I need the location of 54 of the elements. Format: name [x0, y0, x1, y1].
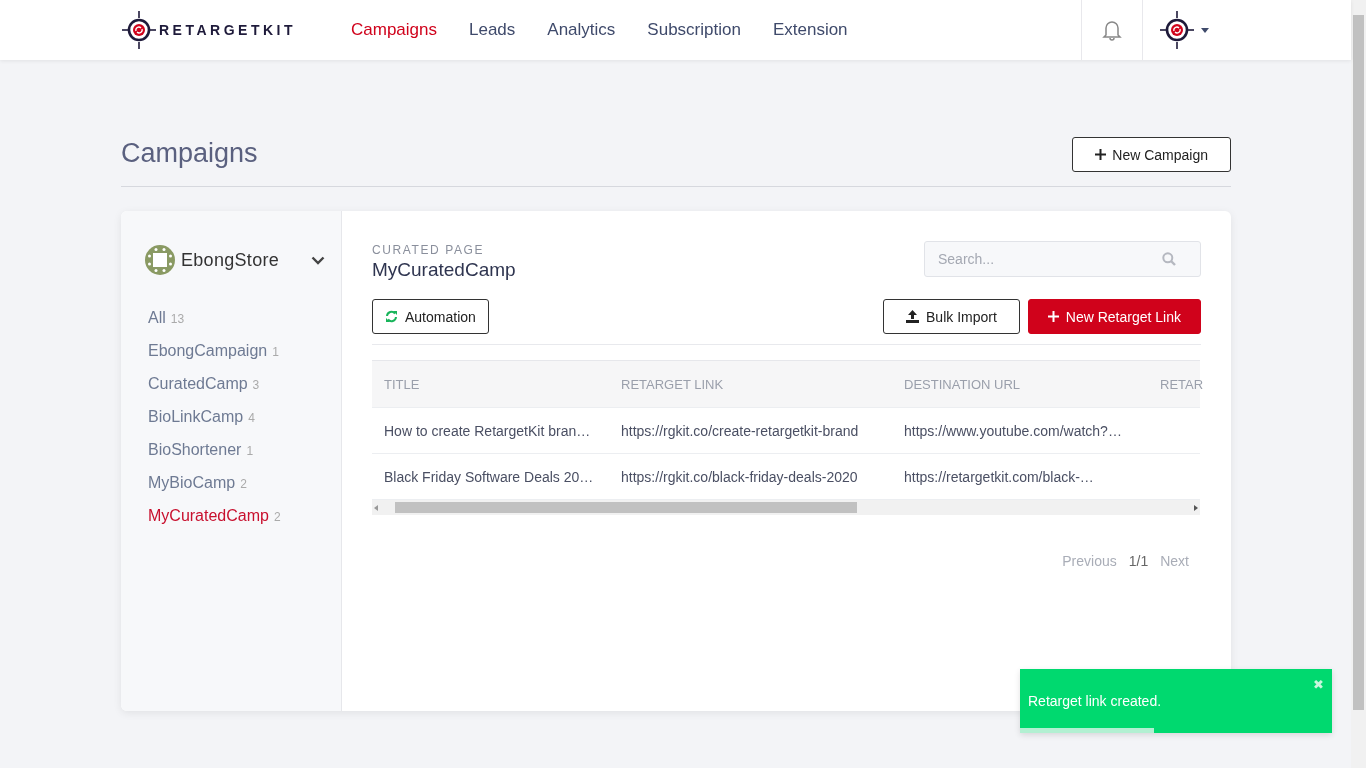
campaign-link[interactable]: MyBioCamp [148, 474, 236, 492]
item-count: 13 [170, 312, 185, 326]
page-type-label: CURATED PAGE [372, 243, 486, 257]
table-cell-text: How to create RetargetKit bran… [383, 422, 592, 439]
campaign-link[interactable]: MyCuratedCamp [148, 507, 269, 525]
campaign-link[interactable]: All [148, 309, 166, 327]
new-campaign-button[interactable]: New Campaign [1072, 137, 1231, 172]
avatar-icon [1159, 10, 1195, 50]
page-title: Campaigns [121, 138, 258, 169]
table-cell-text: Black Friday Software Deals 20… [383, 468, 595, 485]
item-count: 1 [272, 345, 279, 359]
nav-link[interactable]: Analytics [547, 20, 616, 40]
column-header: DESTINATION URL [903, 376, 1022, 392]
campaign-title: MyCuratedCamp [372, 259, 516, 281]
nav-link[interactable]: Subscription [647, 20, 741, 40]
caret-icon [1201, 27, 1209, 33]
upload-icon [906, 310, 919, 323]
campaign-link[interactable]: EbongCampaign [148, 342, 268, 360]
logo-text: RETARGETKIT [159, 22, 296, 38]
horizontal-scrollbar[interactable] [372, 500, 1200, 515]
table-cell-text: https://www.youtube.com/watch?… [903, 422, 1123, 439]
store-name: EbongStore [181, 249, 280, 271]
refresh-icon [385, 310, 398, 323]
item-count: 3 [252, 378, 260, 392]
plus-icon [1095, 149, 1107, 160]
nav-link[interactable]: Extension [772, 20, 848, 40]
table-cell-text: https://rgkit.co/create-retargetkit-brand [620, 422, 860, 439]
campaign-link[interactable]: BioLinkCamp [148, 408, 244, 426]
scroll-right-icon[interactable] [1192, 503, 1200, 512]
store-logo-icon [145, 245, 175, 275]
plus-icon [1047, 311, 1059, 322]
search-field[interactable]: Search... [924, 241, 1201, 277]
nav-link[interactable]: Campaigns [351, 20, 437, 40]
chevron-down-icon[interactable] [311, 255, 325, 265]
item-count: 2 [273, 510, 281, 524]
create-button[interactable]: New Retarget Link [1027, 299, 1201, 334]
nav-link[interactable]: Leads [469, 20, 516, 40]
column-header: RETARGET LINK [620, 376, 725, 392]
item-count: 1 [246, 444, 254, 458]
campaign-link[interactable]: CuratedCamp [148, 375, 248, 393]
search-icon [1162, 252, 1176, 266]
toast-message: Retarget link created. [1028, 693, 1162, 709]
campaign-link[interactable]: BioShortener [148, 441, 242, 459]
item-count: 2 [240, 477, 247, 491]
automation-button[interactable]: Automation [372, 299, 489, 334]
column-header: TITLE [383, 376, 421, 392]
scroll-left-icon[interactable] [372, 503, 380, 512]
item-count: 4 [248, 411, 255, 425]
table-cell-text: https://rgkit.co/black-friday-deals-2020 [620, 468, 859, 485]
bell-icon[interactable] [1102, 19, 1122, 41]
page-indicator: 1/1 [1128, 553, 1149, 569]
import-button[interactable]: Bulk Import [883, 299, 1020, 334]
logo-icon [121, 10, 157, 50]
table-cell-text: https://retargetkit.com/black-… [903, 468, 1095, 485]
